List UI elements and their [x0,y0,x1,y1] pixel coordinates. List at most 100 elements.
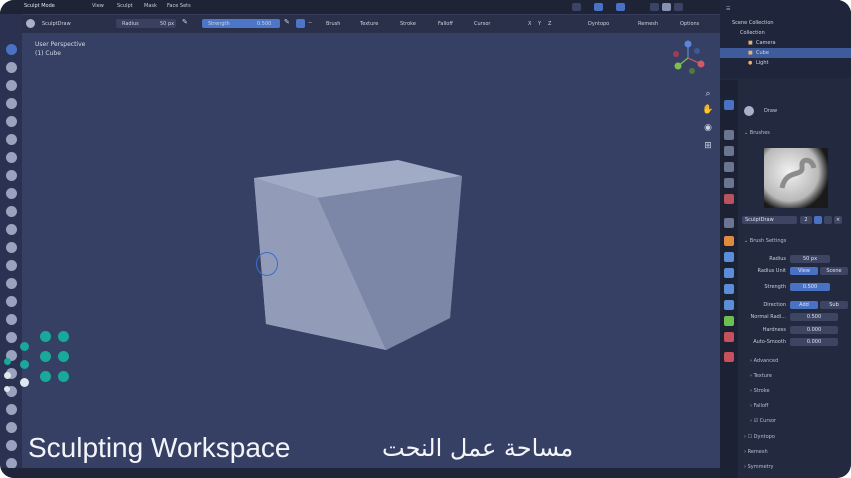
pen-pressure-icon[interactable]: ✎ [182,18,188,26]
mode-selector[interactable]: Sculpt Mode [24,3,55,9]
brush-cursor-circle [256,252,278,276]
scene-tab-icon[interactable] [724,178,734,188]
physics-tab-icon[interactable] [724,284,734,294]
fake-user-icon[interactable] [814,216,822,224]
advanced-subpanel[interactable]: › Advanced [750,358,778,364]
stroke-subpanel[interactable]: › Stroke [750,388,770,394]
outliner-editor-icon[interactable]: ☰ [726,6,730,12]
menu-falloff[interactable]: Falloff [438,21,453,27]
menu-cursor[interactable]: Cursor [474,21,490,27]
constraints-tab-icon[interactable] [724,300,734,310]
outliner-item-cube[interactable]: ■ Cube [720,48,851,58]
grab-tool-icon[interactable] [6,314,17,325]
symmetry-z-toggle[interactable]: Z [548,21,551,27]
remesh-panel-header[interactable]: › Remesh [744,449,768,455]
pan-hand-icon[interactable]: ✋ [702,104,714,116]
normal-radius-field[interactable]: 0.500 [790,313,838,321]
data-tab-icon[interactable] [724,316,734,326]
draw-sharp-tool-icon[interactable] [6,62,17,73]
outliner-header: ☰ [720,4,851,14]
radius-unit-view[interactable]: View [790,267,818,275]
strength-value-field[interactable]: 0.500 [790,283,830,291]
radius-value-field[interactable]: 50 px [790,255,830,263]
menu-options[interactable]: Options [680,21,699,27]
view-name: User Perspective [35,41,86,48]
menu-brush[interactable]: Brush [326,21,340,27]
fill-tool-icon[interactable] [6,242,17,253]
texture-tab-icon[interactable] [724,352,734,362]
brush-slot-name[interactable]: SculptDraw [742,216,797,224]
direction-sub-icon[interactable]: − [308,20,312,26]
output-tab-icon[interactable] [724,146,734,156]
render-tab-icon[interactable] [724,130,734,140]
tool-tab-icon[interactable] [724,100,734,110]
camera-view-icon[interactable]: ◉ [702,122,714,134]
direction-add-button[interactable] [296,19,305,28]
clay-thumb-tool-icon[interactable] [6,116,17,127]
unlink-brush-icon[interactable]: × [834,216,842,224]
menu-mask[interactable]: Mask [144,3,157,9]
slide-relax-tool-icon[interactable] [6,440,17,451]
copy-brush-icon[interactable] [824,216,832,224]
object-tab-icon[interactable] [724,236,734,246]
multires-tool-icon[interactable] [6,278,17,289]
material-tab-icon[interactable] [724,332,734,342]
navigation-gizmo[interactable] [668,38,708,78]
particles-tab-icon[interactable] [724,268,734,278]
menu-stroke[interactable]: Stroke [400,21,416,27]
draw-tool-icon[interactable] [6,44,17,55]
brushes-panel-header[interactable]: ⌄ Brushes [744,130,770,136]
clay-tool-icon[interactable] [6,80,17,91]
brush-user-count[interactable]: 2 [800,216,812,224]
pinch-tool-icon[interactable] [6,296,17,307]
brush-settings-header[interactable]: ⌄ Brush Settings [744,238,786,244]
clay-strips-tool-icon[interactable] [6,98,17,109]
world-tab-icon[interactable] [724,194,734,204]
active-object-name: (1) Cube [35,50,61,57]
outliner-item-scene-collection[interactable]: Scene Collection [720,18,851,28]
texture-subpanel[interactable]: › Texture [750,373,772,379]
cursor-subpanel[interactable]: › ☑ Cursor [750,418,776,424]
scrape-tool-icon[interactable] [6,260,17,271]
menu-texture[interactable]: Texture [360,21,378,27]
brush-name[interactable]: SculptDraw [42,21,71,27]
zoom-icon[interactable]: ⌕ [702,88,714,100]
nudge-tool-icon[interactable] [6,404,17,415]
hardness-field[interactable]: 0.000 [790,326,838,334]
strength-pressure-icon[interactable]: ✎ [284,18,290,26]
menu-dyntopo[interactable]: Dyntopo [588,21,609,27]
direction-sub[interactable]: Sub [820,301,848,309]
brush-preview-thumbnail[interactable] [764,148,828,208]
symmetry-panel-header[interactable]: › Symmetry [744,464,774,470]
smooth-tool-icon[interactable] [6,206,17,217]
symmetry-x-toggle[interactable]: X [528,21,531,27]
outliner-item-camera[interactable]: ■ Camera [720,38,851,48]
crease-tool-icon[interactable] [6,188,17,199]
elastic-tool-icon[interactable] [6,332,17,343]
symmetry-y-toggle[interactable]: Y [538,21,541,27]
perspective-toggle-icon[interactable]: ⊞ [702,140,714,152]
properties-main: Draw ⌄ Brushes SculptDraw 2 × ⌄ Brush Se… [740,80,851,478]
view-layer-tab-icon[interactable] [724,162,734,172]
brush-icon[interactable] [26,19,35,28]
menu-remesh[interactable]: Remesh [638,21,658,27]
viewport-shading-controls[interactable] [572,3,697,11]
layer-tool-icon[interactable] [6,134,17,145]
collection-tab-icon[interactable] [724,218,734,228]
menu-sculpt[interactable]: Sculpt [117,3,133,9]
outliner-item-light[interactable]: ● Light [720,58,851,68]
rotate-tool-icon[interactable] [6,422,17,433]
dyntopo-panel-header[interactable]: › ☐ Dyntopo [744,434,775,440]
menu-view[interactable]: View [92,3,104,9]
flatten-tool-icon[interactable] [6,224,17,235]
auto-smooth-field[interactable]: 0.000 [790,338,838,346]
menu-face-sets[interactable]: Face Sets [167,3,191,9]
radius-unit-scene[interactable]: Scene [820,267,848,275]
blob-tool-icon[interactable] [6,170,17,181]
direction-add[interactable]: Add [790,301,818,309]
outliner-item-collection[interactable]: Collection [720,28,851,38]
modifier-tab-icon[interactable] [724,252,734,262]
inflate-tool-icon[interactable] [6,152,17,163]
light-icon: ● [748,60,753,66]
falloff-subpanel[interactable]: › Falloff [750,403,768,409]
